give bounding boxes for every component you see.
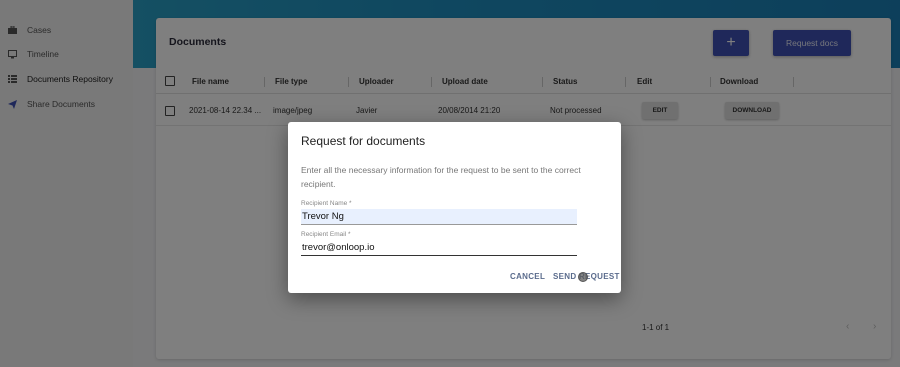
recipient-email-field[interactable]: Recipient Email * trevor@onloop.io — [301, 231, 577, 256]
request-documents-dialog: Request for documents Enter all the nece… — [288, 122, 621, 293]
mouse-cursor-icon — [578, 272, 588, 282]
cancel-button[interactable]: CANCEL — [510, 272, 545, 281]
recipient-name-input[interactable]: Trevor Ng — [301, 209, 577, 225]
dialog-title: Request for documents — [301, 134, 426, 148]
dialog-description: Enter all the necessary information for … — [301, 165, 581, 189]
recipient-name-label: Recipient Name * — [301, 200, 352, 207]
recipient-email-input[interactable]: trevor@onloop.io — [301, 240, 577, 256]
recipient-email-label: Recipient Email * — [301, 231, 351, 238]
recipient-name-field[interactable]: Recipient Name * Trevor Ng — [301, 200, 577, 225]
